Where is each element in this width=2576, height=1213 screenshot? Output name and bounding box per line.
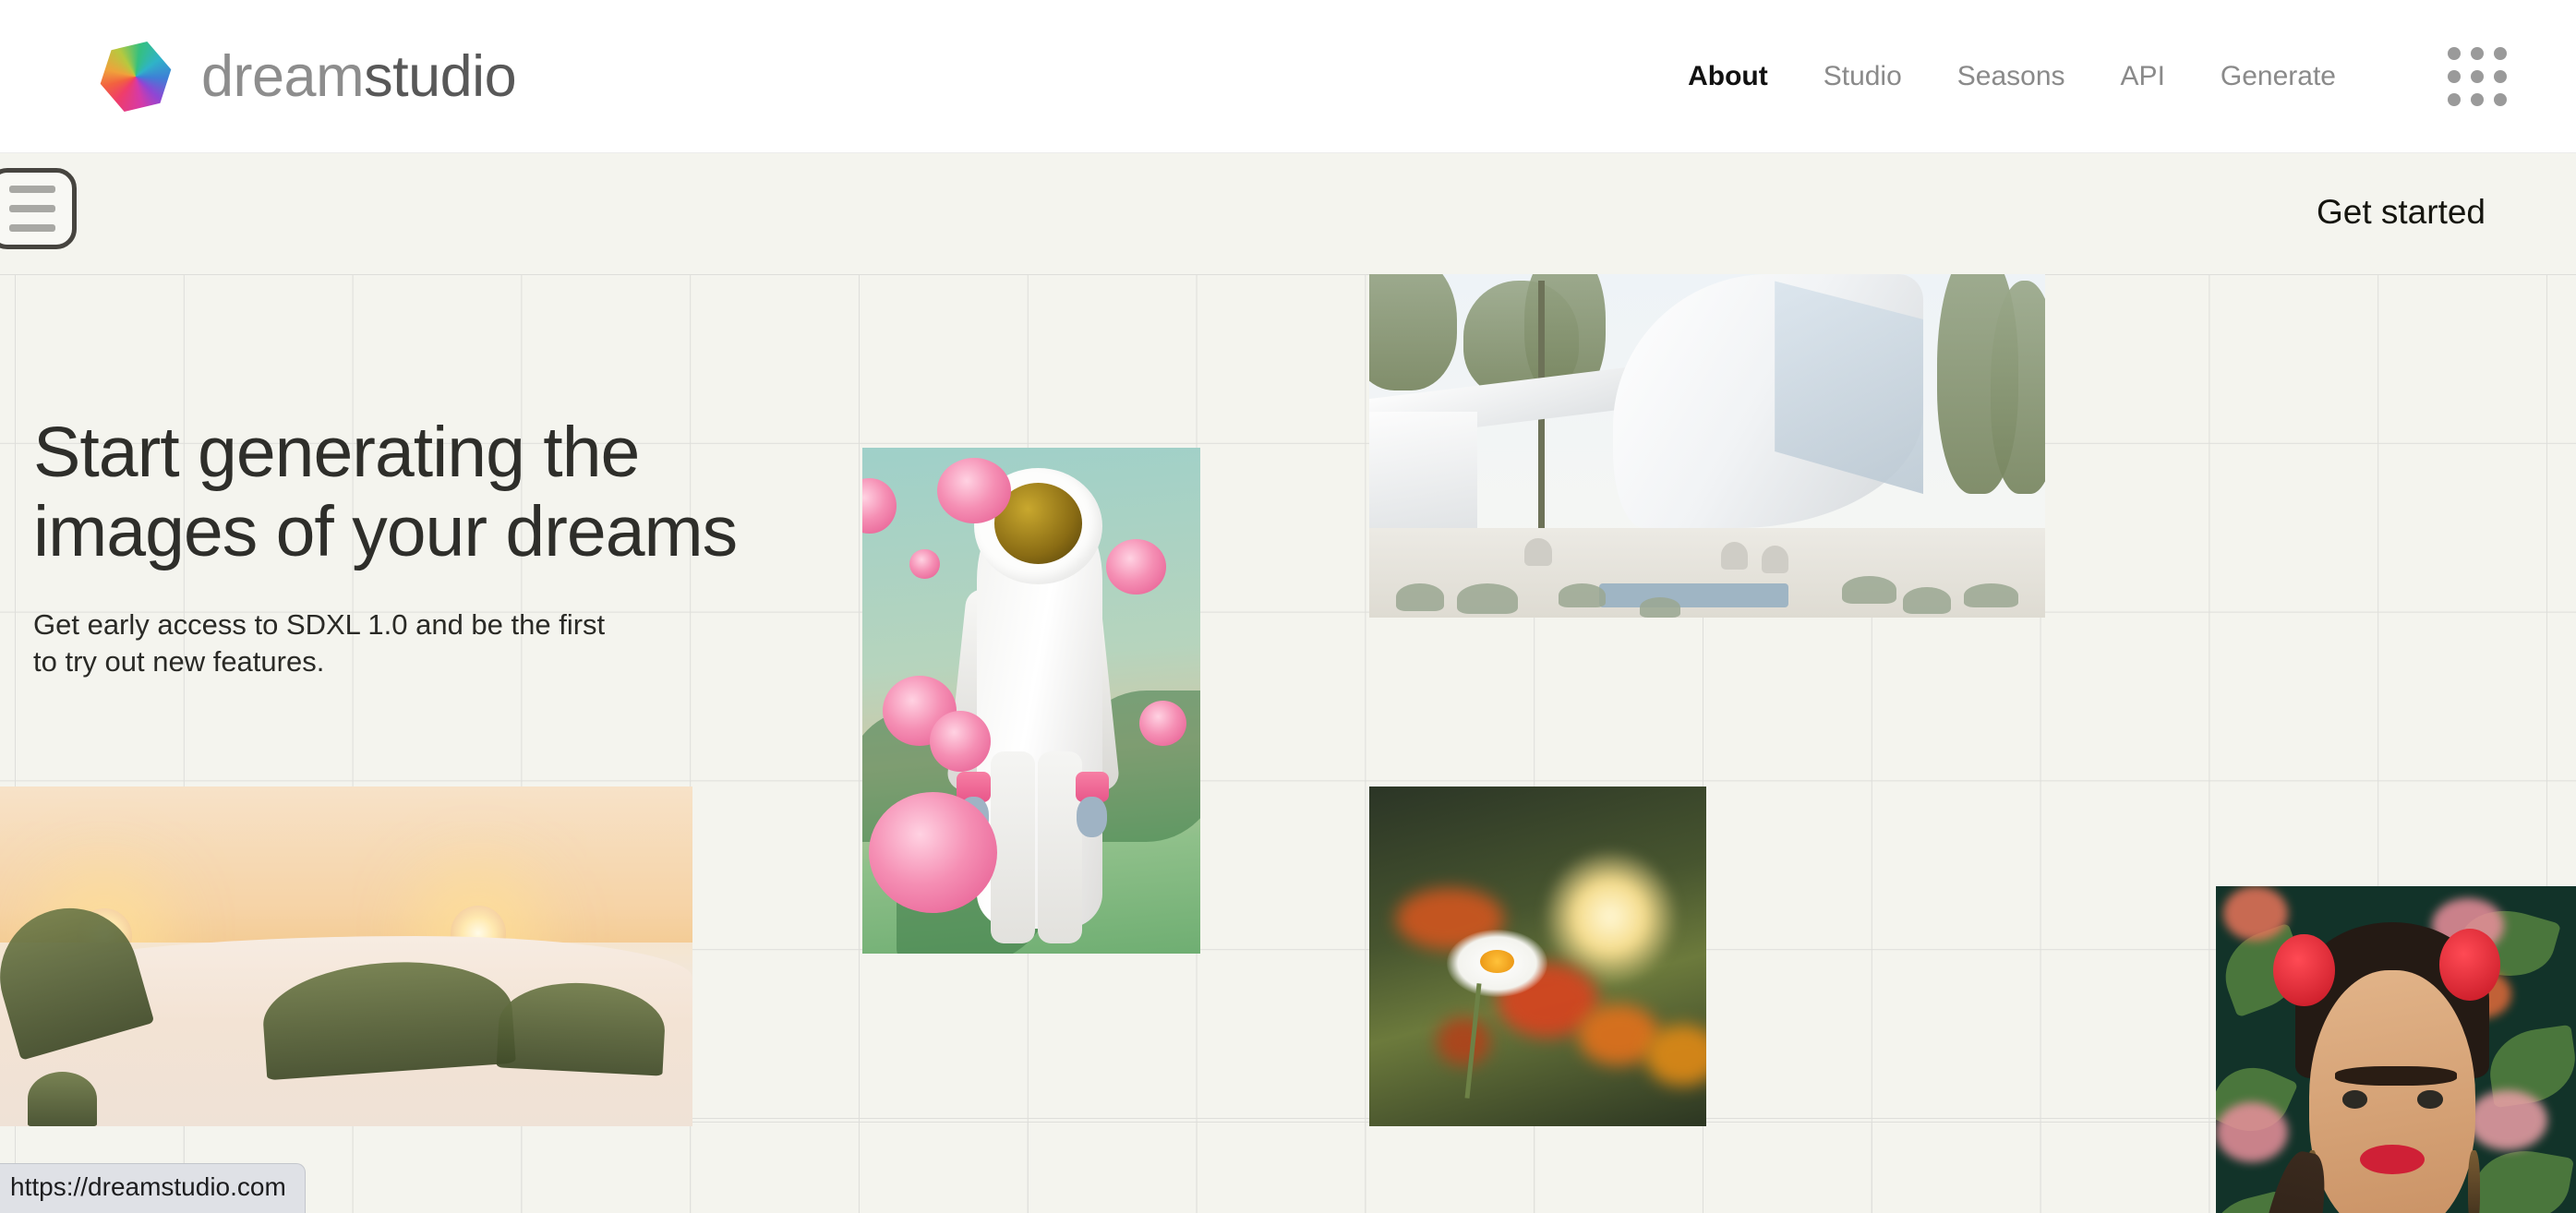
nav-link-api[interactable]: API [2121,61,2165,92]
site-header: dreamstudio About Studio Seasons API Gen… [0,0,2576,153]
sub-toolbar: Get started [0,153,2576,271]
page-subtitle-line2: to try out new features. [33,645,325,679]
page-subtitle: Get early access to SDXL 1.0 and be the … [33,606,643,679]
gallery-image-daisy-meadow[interactable] [1369,787,1706,1126]
page-title: Start generating the images of your drea… [33,413,800,571]
main-navigation: About Studio Seasons API Generate [1688,0,2336,153]
brand-name: dreamstudio [201,43,517,110]
nav-link-seasons[interactable]: Seasons [1957,61,2065,92]
page-subtitle-line1: Get early access to SDXL 1.0 and be the … [33,608,606,642]
grid-dots-icon[interactable] [2448,46,2507,106]
page-title-line1: Start generating the [33,413,640,492]
nav-link-studio[interactable]: Studio [1824,61,1902,92]
page-title-line2: images of your dreams [33,492,738,572]
hero-copy: Start generating the images of your drea… [33,413,800,680]
hexagon-gradient-logo-icon [91,30,179,122]
gallery-image-frida-portrait[interactable] [2216,886,2576,1213]
brand-name-part2: studio [364,43,517,109]
status-bar-url: https://dreamstudio.com [0,1163,306,1213]
nav-link-about[interactable]: About [1688,61,1768,92]
gallery-image-modern-architecture[interactable] [1369,274,2045,618]
get-started-button[interactable]: Get started [2317,193,2486,232]
hamburger-menu-icon[interactable] [0,168,77,249]
gallery-image-astronaut-roses[interactable] [862,448,1200,954]
gallery-image-beach-dunes-sunset[interactable] [0,787,692,1126]
brand-name-part1: dream [201,43,365,109]
brand-logo[interactable]: dreamstudio [102,40,517,114]
nav-link-generate[interactable]: Generate [2221,61,2336,92]
hero-gallery-section: Start generating the images of your drea… [0,274,2576,1213]
